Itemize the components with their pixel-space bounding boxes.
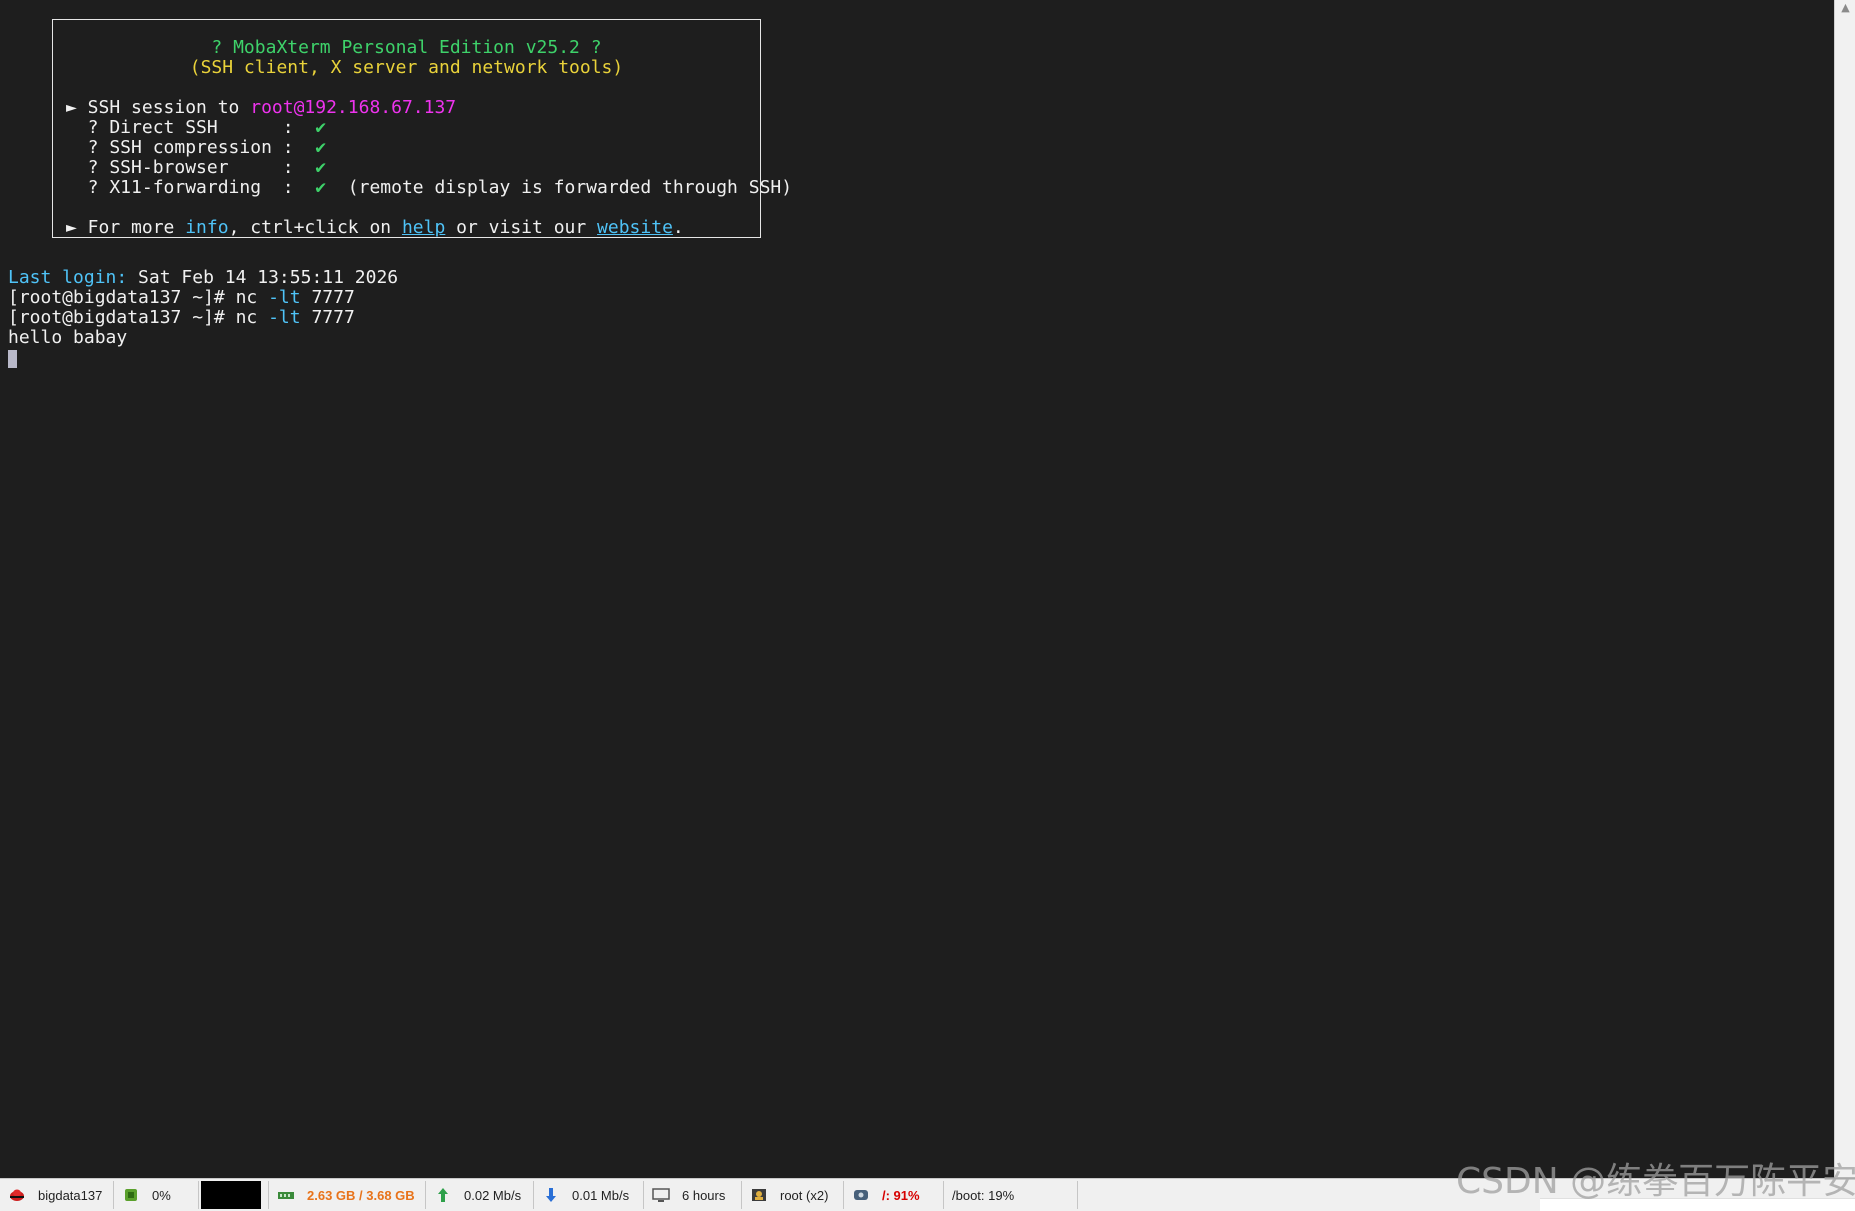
download-arrow-icon	[542, 1187, 560, 1203]
command-line: [root@bigdata137 ~]# nc -lt 7777	[8, 288, 355, 308]
shell-prompt: [root@bigdata137 ~]#	[8, 287, 236, 308]
banner-title: ? MobaXterm Personal Edition v25.2 ?	[211, 37, 602, 58]
feature-label: ? SSH compression :	[66, 137, 316, 158]
user-icon	[750, 1187, 768, 1203]
feature-label: ? Direct SSH :	[66, 117, 316, 138]
command-flag: -lt	[268, 287, 301, 308]
last-login-label: Last login:	[8, 267, 128, 288]
terminal-area[interactable]: ? MobaXterm Personal Edition v25.2 ? (SS…	[0, 0, 1834, 1178]
command: nc	[235, 307, 269, 328]
upload-arrow-icon	[434, 1187, 452, 1203]
cpu-icon	[122, 1187, 140, 1203]
last-login-value: Sat Feb 14 13:55:11 2026	[127, 267, 399, 288]
command-flag: -lt	[268, 307, 301, 328]
terminal-cursor	[8, 350, 17, 368]
check-icon: ✔	[315, 157, 327, 178]
command-arg: 7777	[300, 287, 355, 308]
feature-label: ? SSH-browser :	[66, 157, 316, 178]
scroll-up-arrow-icon[interactable]: ▲	[1835, 0, 1855, 16]
feature-note: (remote display is forwarded through SSH…	[326, 177, 793, 198]
download-speed: 0.01 Mb/s	[572, 1187, 630, 1203]
help-link[interactable]: help	[402, 217, 445, 238]
status-host[interactable]: bigdata137	[0, 1181, 114, 1209]
status-uptime[interactable]: 6 hours	[644, 1181, 742, 1209]
memory-usage: 2.63 GB / 3.68 GB	[307, 1187, 415, 1203]
feature-ssh-browser: ? SSH-browser : ✔	[66, 158, 326, 178]
welcome-banner: ? MobaXterm Personal Edition v25.2 ? (SS…	[52, 19, 792, 238]
status-cpu[interactable]: 0%	[114, 1181, 199, 1209]
host-name: bigdata137	[38, 1187, 103, 1203]
redhat-icon	[8, 1187, 26, 1203]
uptime-value: 6 hours	[682, 1187, 726, 1203]
website-link[interactable]: website	[597, 217, 673, 238]
check-icon: ✔	[315, 137, 327, 158]
status-upload[interactable]: 0.02 Mb/s	[426, 1181, 534, 1209]
watermark: CSDN @练拳百万陈平安	[1456, 1161, 1855, 1202]
more-end: .	[672, 217, 684, 238]
more-prefix: ► For more	[66, 217, 186, 238]
check-icon: ✔	[315, 177, 327, 198]
users-value: root (x2)	[780, 1187, 829, 1203]
status-disk-boot[interactable]: /boot: 19%	[944, 1181, 1078, 1209]
feature-label: ? X11-forwarding :	[66, 177, 316, 198]
status-disk-root[interactable]: /: 91%	[844, 1181, 944, 1209]
feature-ssh-compression: ? SSH compression : ✔	[66, 138, 326, 158]
upload-speed: 0.02 Mb/s	[464, 1187, 522, 1203]
more-info-line: ► For more info, ctrl+click on help or v…	[66, 218, 684, 238]
session-target: root@192.168.67.137	[250, 97, 457, 118]
cpu-graph-canvas	[201, 1181, 261, 1209]
status-memory[interactable]: 2.63 GB / 3.68 GB	[269, 1181, 426, 1209]
status-download[interactable]: 0.01 Mb/s	[534, 1181, 644, 1209]
vertical-scrollbar[interactable]: ▲	[1834, 0, 1855, 1178]
more-mid2: or visit our	[445, 217, 598, 238]
session-prefix: ► SSH session to	[66, 97, 251, 118]
command-output: hello babay	[8, 327, 128, 348]
info-link[interactable]: info	[185, 217, 228, 238]
feature-x11-forwarding: ? X11-forwarding : ✔ (remote display is …	[66, 178, 792, 198]
banner-subtitle: (SSH client, X server and network tools)	[189, 57, 624, 78]
check-icon: ✔	[315, 117, 327, 138]
cpu-graph	[199, 1181, 269, 1209]
last-login-line: Last login: Sat Feb 14 13:55:11 2026	[8, 268, 398, 288]
shell-prompt: [root@bigdata137 ~]#	[8, 307, 236, 328]
disk-boot-usage: /boot: 19%	[952, 1187, 1015, 1203]
cpu-usage: 0%	[152, 1187, 171, 1203]
monitor-icon	[652, 1187, 670, 1203]
command: nc	[235, 287, 269, 308]
disk-icon	[852, 1187, 870, 1203]
command-arg: 7777	[300, 307, 355, 328]
disk-root-usage: /: 91%	[882, 1187, 920, 1203]
status-users[interactable]: root (x2)	[742, 1181, 844, 1209]
ssh-session-line: ► SSH session to root@192.168.67.137	[66, 98, 456, 118]
command-line: [root@bigdata137 ~]# nc -lt 7777	[8, 308, 355, 328]
more-mid: , ctrl+click on	[228, 217, 402, 238]
memory-icon	[277, 1187, 295, 1203]
feature-direct-ssh: ? Direct SSH : ✔	[66, 118, 326, 138]
